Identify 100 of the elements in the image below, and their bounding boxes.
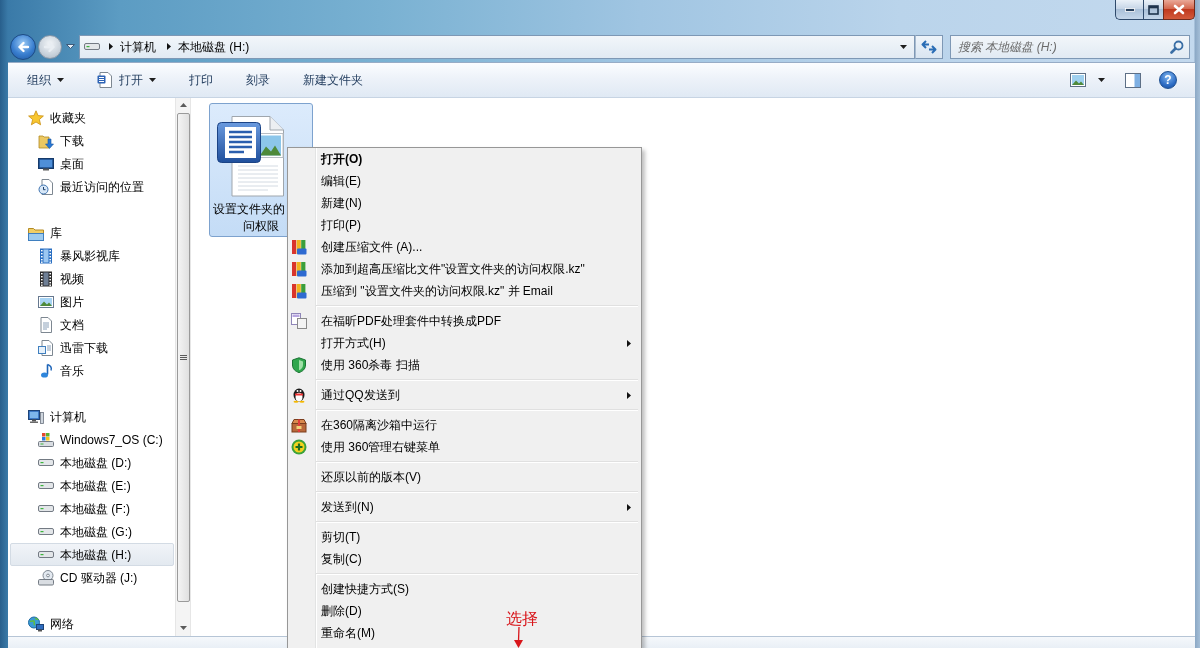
menu-item[interactable]: 使用 360管理右键菜单 [289,436,450,458]
close-icon [1173,4,1185,15]
drive-icon [38,505,54,512]
menu-item[interactable]: 压缩到 "设置文件夹的访问权限.kz" 并 Email [289,280,562,302]
refresh-button[interactable] [915,34,943,59]
picture-icon [1070,73,1086,87]
menu-item[interactable]: 打开方式(H) [289,332,640,354]
menu-item[interactable]: 复制(C) [289,548,371,570]
computer-icon [28,408,44,425]
menu-item[interactable]: 还原以前的版本(V) [289,466,430,488]
drive-icon [38,551,54,558]
sidebar-item[interactable]: 迅雷下载 [10,336,174,359]
sidebar-item[interactable]: CD 驱动器 (J:) [10,566,174,589]
scroll-down-icon[interactable] [179,626,187,630]
caret-icon[interactable] [900,44,907,49]
sidebar-item[interactable]: 本地磁盘 (F:) [10,497,174,520]
system-drive-icon [38,431,54,448]
refresh-icon [921,38,937,55]
menu-item[interactable]: 删除(D) [289,600,371,622]
menu-item[interactable]: 剪切(T) [289,526,370,548]
sidebar-item[interactable]: 本地磁盘 (E:) [10,474,174,497]
sidebar-item[interactable]: 收藏夹 [10,106,174,129]
menu-item[interactable]: 发送到(N) [289,496,640,518]
menu-item[interactable]: 在360隔离沙箱中运行 [289,414,447,436]
cd-drive-icon [38,569,54,586]
drive-icon [84,43,100,50]
sidebar-item[interactable]: 本地磁盘 (H:) [10,543,174,566]
picture-icon [38,293,54,310]
sidebar-item[interactable]: 图片 [10,290,174,313]
toolbar-button[interactable]: 刻录 [237,67,279,93]
grip-icon [179,355,187,360]
maximize-button[interactable] [1143,0,1163,20]
document-icon [97,72,113,88]
caret-icon [57,78,64,82]
scrollbar-track[interactable] [175,98,191,636]
sidebar-item[interactable]: 本地磁盘 (G:) [10,520,174,543]
sidebar-item[interactable]: 桌面 [10,152,174,175]
caret-icon [149,78,156,82]
left-arrow-icon [16,39,30,54]
archive-icon [291,261,307,277]
drive-icon [38,482,54,489]
network-icon [28,615,44,632]
sidebar-item[interactable]: 文档 [10,313,174,336]
star-icon [28,109,44,126]
caret-icon[interactable] [66,44,75,49]
preview-pane-icon [1125,72,1141,88]
penguin-icon [291,387,307,403]
submenu-arrow-icon [627,503,631,511]
caret-icon [1098,78,1105,82]
desktop-icon [38,155,54,172]
sidebar-item[interactable]: 视频 [10,267,174,290]
maximize-icon [1148,4,1159,15]
toolbar-button[interactable]: 打开 [88,67,165,93]
document-icon [216,114,286,198]
menu-item[interactable]: 使用 360杀毒 扫描 [289,354,429,376]
submenu-arrow-icon [627,391,631,399]
search-icon[interactable] [1170,39,1184,54]
menu-item[interactable]: 在福昕PDF处理套件中转换成PDF [289,310,510,332]
archive-icon [291,283,307,299]
sidebar-item[interactable]: Windows7_OS (C:) [10,428,174,451]
breadcrumb-arrow-icon[interactable] [109,43,113,50]
document-icon [38,316,54,333]
address-bar[interactable]: 计算机 本地磁盘 (H:) [79,34,915,59]
document-clock-icon [38,178,54,195]
sidebar-item[interactable]: 库 [10,221,174,244]
toolbar-button[interactable]: 组织 [18,67,73,93]
breadcrumb-item[interactable]: 计算机 [116,35,160,58]
music-note-icon [38,362,54,379]
shield-icon [291,357,307,373]
annotation-label: 选择 [506,609,538,629]
search-field[interactable]: 搜索 本地磁盘 (H:) [950,34,1190,59]
annotation-arrow [513,627,524,648]
breadcrumb-item[interactable]: 本地磁盘 (H:) [174,35,254,58]
sidebar-item[interactable]: 暴风影视库 [10,244,174,267]
menu-item[interactable]: 创建快捷方式(S) [289,578,418,600]
scroll-up-icon[interactable] [179,103,187,107]
sidebar-item[interactable]: 最近访问的位置 [10,175,174,198]
menu-item[interactable]: 创建压缩文件 (A)... [289,236,432,258]
toolbar-button[interactable]: 打印 [180,67,222,93]
drive-icon [38,528,54,535]
close-button[interactable] [1163,0,1195,20]
archive-icon [291,239,307,255]
folder-download-icon [38,132,54,149]
sidebar-item[interactable]: 音乐 [10,359,174,382]
menu-item[interactable]: 重命名(M) [289,622,384,644]
film-icon [38,270,54,287]
minimize-button[interactable] [1115,0,1143,20]
sidebar-item[interactable]: 本地磁盘 (D:) [10,451,174,474]
menu-item[interactable]: 通过QQ发送到 [289,384,640,406]
breadcrumb-arrow-icon[interactable] [167,43,171,50]
toolbar-button[interactable]: 新建文件夹 [294,67,372,93]
sidebar-item[interactable]: 下载 [10,129,174,152]
scrollbar-thumb[interactable] [176,113,190,602]
menu-item[interactable]: 添加到超高压缩比文件"设置文件夹的访问权限.kz" [289,258,594,280]
sidebar-item[interactable]: 网络 [10,612,174,635]
back-button[interactable] [10,33,36,60]
submenu-arrow-icon [627,339,631,347]
sidebar-item[interactable]: 计算机 [10,405,174,428]
film-icon [38,247,54,264]
documents-icon [291,313,307,329]
